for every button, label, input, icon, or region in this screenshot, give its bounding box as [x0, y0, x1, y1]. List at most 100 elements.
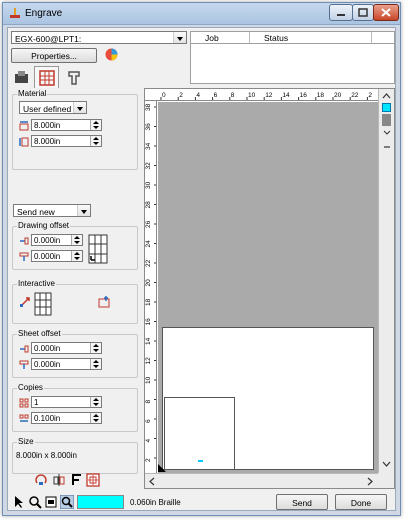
drawing-offset-y-value: 0.000in	[34, 252, 61, 261]
job-list[interactable]	[190, 44, 395, 84]
copies-spacing-value: 0.100in	[34, 414, 61, 423]
job-column-header[interactable]: Job	[205, 33, 219, 43]
send-button[interactable]: Send	[276, 494, 328, 510]
ruler-tick-label: 20	[334, 92, 342, 99]
status-column-header[interactable]: Status	[264, 33, 288, 43]
material-height-value: 8.000in	[34, 137, 61, 146]
tool-color-swatch[interactable]	[77, 495, 124, 509]
ruler-tick-label: 2	[145, 458, 152, 462]
offset-x-icon	[20, 345, 29, 353]
origin-marker-icon	[158, 464, 166, 472]
scroll-thumb[interactable]	[382, 114, 391, 126]
set-point-icon[interactable]	[97, 295, 111, 308]
sheet-offset-y-value: 0.000in	[34, 360, 61, 369]
vertical-scrollbar[interactable]	[378, 89, 394, 474]
layout-canvas[interactable]: 0 2 4 6 8 10 12 14 16 18 20 22 2 38 36 34 32 30 28 26 24 22 2…	[144, 88, 395, 489]
ruler-tick-label: 34	[145, 142, 152, 150]
scroll-down-small-icon[interactable]	[382, 129, 392, 137]
ruler-tick-label: 8	[231, 92, 235, 99]
material-type-select[interactable]: User defined	[19, 101, 87, 114]
font-icon[interactable]	[70, 473, 84, 487]
chevron-down-icon[interactable]	[77, 205, 90, 216]
ruler-tick-label: 2	[368, 92, 372, 99]
sheet-offset-y-field[interactable]: 0.000in	[31, 358, 102, 370]
drawing-offset-group: Drawing offset 0.000in 0.000in	[12, 221, 138, 270]
offset-y-icon	[19, 252, 29, 261]
spin-arrows-icon[interactable]	[71, 235, 82, 245]
copies-grid-icon	[19, 398, 29, 408]
sheet-offset-x-field[interactable]: 0.000in	[31, 342, 102, 354]
fit-page-icon[interactable]	[44, 495, 58, 509]
scroll-up-icon[interactable]	[381, 91, 392, 101]
material-group: Material User defined 8.000in 8.000in	[12, 89, 138, 170]
horizontal-scrollbar[interactable]	[145, 473, 379, 488]
spin-arrows-icon[interactable]	[90, 397, 101, 407]
rotate-icon[interactable]	[34, 473, 48, 487]
material-height-field[interactable]: 8.000in	[31, 135, 102, 147]
drawing-offset-x-field[interactable]: 0.000in	[31, 234, 83, 246]
ruler-tick-label: 4	[145, 439, 152, 443]
select-pointer-icon[interactable]	[12, 495, 26, 509]
spin-arrows-icon[interactable]	[90, 136, 101, 146]
tab-layout[interactable]	[34, 66, 59, 88]
scroll-right-icon[interactable]	[365, 476, 375, 487]
ruler-tick-label: 38	[145, 103, 152, 111]
zoom-icon[interactable]	[28, 495, 42, 509]
printer-select[interactable]: EGX-600@LPT1:	[11, 31, 187, 44]
material-width-field[interactable]: 8.000in	[31, 119, 102, 131]
mirror-icon[interactable]	[52, 473, 66, 487]
layout-fit-icon[interactable]	[86, 473, 100, 487]
scroll-down-icon[interactable]	[381, 459, 392, 469]
chevron-down-icon[interactable]	[73, 102, 86, 113]
size-value: 8.000in x 8.000in	[16, 451, 77, 460]
printer-select-value: EGX-600@LPT1:	[15, 34, 82, 44]
origin-position-icon[interactable]	[87, 233, 109, 265]
maximize-button[interactable]	[352, 4, 374, 21]
ruler-tick-label: 8	[145, 400, 152, 404]
scroll-left-icon[interactable]	[147, 476, 157, 487]
close-button[interactable]	[373, 4, 399, 21]
minus-icon[interactable]	[382, 143, 392, 151]
color-settings-icon[interactable]	[104, 47, 119, 62]
ruler-tick-label: 0	[162, 92, 166, 99]
spin-arrows-icon[interactable]	[90, 343, 101, 353]
spin-arrows-icon[interactable]	[90, 120, 101, 130]
sheet-offset-group: Sheet offset 0.000in 0.000in	[12, 329, 138, 378]
zoom-tool-icon[interactable]	[60, 495, 74, 509]
copies-count-field[interactable]: 1	[31, 396, 102, 408]
done-button-label: Done	[350, 498, 372, 508]
interactive-origin-icon[interactable]	[33, 291, 53, 317]
chevron-down-icon[interactable]	[173, 32, 186, 43]
spin-arrows-icon[interactable]	[90, 413, 101, 423]
engrave-app-icon	[10, 8, 20, 18]
bottom-toolbar: 0.060in Braille Send Done	[8, 493, 395, 511]
spin-arrows-icon[interactable]	[71, 251, 82, 261]
braille-text-object[interactable]	[198, 460, 203, 462]
ruler-tick-label: 12	[265, 92, 273, 99]
copies-spacing-field[interactable]: 0.100in	[31, 412, 102, 424]
material-plate[interactable]	[164, 397, 235, 470]
minimize-button[interactable]	[329, 4, 353, 21]
done-button[interactable]: Done	[335, 494, 387, 510]
engrave-tool-icon[interactable]	[13, 69, 31, 87]
ruler-tick-label: 10	[248, 92, 256, 99]
ruler-tick-label: 12	[145, 357, 152, 365]
job-list-header: Job Status	[190, 31, 395, 44]
fixture-icon[interactable]	[65, 69, 83, 87]
drawing-offset-y-field[interactable]: 0.000in	[31, 250, 83, 262]
column-divider	[371, 32, 372, 43]
zoom-indicator[interactable]	[382, 103, 391, 112]
copies-spacing-icon	[19, 414, 29, 422]
ruler-tick-label: 18	[145, 298, 152, 306]
title-bar: Engrave	[3, 3, 400, 25]
properties-button[interactable]: Properties...	[11, 48, 97, 63]
ruler-tick-label: 16	[300, 92, 308, 99]
close-icon	[381, 8, 391, 17]
spin-arrows-icon[interactable]	[90, 359, 101, 369]
move-tool-icon[interactable]	[19, 295, 32, 308]
send-mode-select[interactable]: Send new	[13, 204, 91, 217]
table-area[interactable]	[158, 102, 379, 473]
ruler-tick-label: 32	[145, 162, 152, 170]
ruler-tick-label: 10	[145, 376, 152, 384]
offset-x-icon	[20, 237, 29, 245]
